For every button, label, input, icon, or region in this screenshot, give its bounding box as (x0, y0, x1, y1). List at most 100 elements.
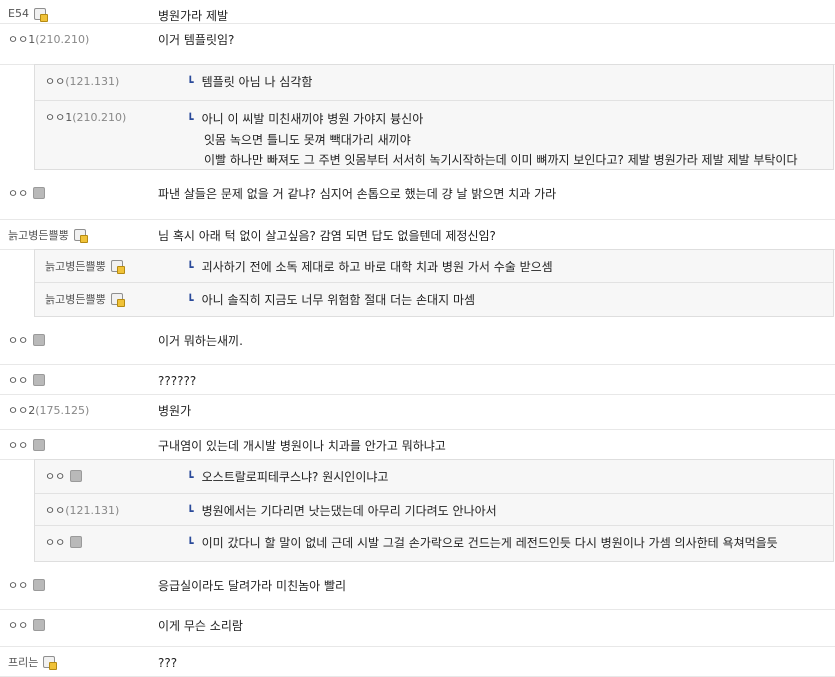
author-name[interactable]: ㅇㅇ (8, 577, 28, 593)
half-fixed-nick-icon (33, 334, 46, 346)
comment-author[interactable]: 늙고병든쁠뿡 (8, 227, 158, 243)
comment-row: ㅇㅇ 이거 뭐하는새끼. (0, 325, 835, 365)
reply-list: ㅇㅇ (121.131) ┗ 템플릿 아님 나 심각함 ㅇㅇ1 (210.210) ┗ 아니 … (34, 64, 834, 170)
comment-text: 파낸 살들은 문제 없을 거 같냐? 심지어 손톱으로 했는데 걍 날 밝으면 … (158, 187, 557, 201)
comment-author[interactable]: ㅇㅇ (121.131) (45, 502, 187, 518)
reply-line-text: 아니 솔직히 지금도 너무 위험함 절대 더는 손대지 마셈 (201, 293, 476, 307)
author-name[interactable]: 프리는 (8, 654, 38, 670)
half-fixed-nick-icon (70, 470, 83, 482)
fixed-nick-icon (43, 656, 58, 670)
reply-arrow-icon: ┗ (187, 505, 194, 518)
reply-line-text: 이미 갔다니 할 말이 없네 근데 시발 그걸 손가락으로 건드는게 레전드인듯… (201, 536, 778, 550)
comment-text: ??? (158, 656, 178, 670)
author-name[interactable]: E54 (8, 7, 29, 20)
half-fixed-nick-icon (33, 439, 46, 451)
comment-list: E54 병원가라 제발 ㅇㅇ1 (210.210) 이거 템플릿임? ㅇㅇ (121.131… (0, 0, 835, 677)
comment-author[interactable]: ㅇㅇ (8, 437, 158, 453)
reply-line-text: 잇몸 녹으면 틀니도 못껴 빽대가리 새끼야 (204, 133, 411, 147)
reply-line: ┗ 아니 이 씨발 미친새끼야 병원 가야지 븅신아 (187, 109, 798, 130)
comment-row: ㅇㅇ 파낸 살들은 문제 없을 거 같냐? 심지어 손톱으로 했는데 걍 날 밝으… (0, 178, 835, 220)
reply-row: 늙고병든쁠뿡 ┗ 괴사하기 전에 소독 제대로 하고 바로 대학 치과 병원 가서 … (35, 250, 833, 283)
author-name[interactable]: ㅇㅇ (45, 468, 65, 484)
author-name[interactable]: ㅇㅇ (8, 437, 28, 453)
author-name[interactable]: ㅇㅇ (45, 534, 65, 550)
reply-arrow-icon: ┗ (187, 471, 194, 484)
reply-line-text: 오스트랄로피테쿠스냐? 원시인이냐고 (201, 470, 389, 484)
fixed-nick-icon (110, 260, 125, 274)
comment-author[interactable]: ㅇㅇ2 (175.125) (8, 402, 158, 418)
comment-row: ㅇㅇ2 (175.125) 병원가 (0, 395, 835, 430)
author-name[interactable]: ㅇㅇ (8, 332, 28, 348)
reply-text: ┗ 오스트랄로피테쿠스냐? 원시인이냐고 (187, 468, 388, 487)
comment-author[interactable]: 프리는 (8, 654, 158, 670)
comment-author[interactable]: ㅇㅇ (8, 617, 158, 633)
author-ip: (121.131) (65, 503, 120, 517)
reply-line: ┗ 템플릿 아님 나 심각함 (187, 73, 312, 92)
author-name[interactable]: 늙고병든쁠뿡 (45, 258, 106, 274)
author-name[interactable]: ㅇㅇ (8, 372, 28, 388)
comment-author[interactable]: ㅇㅇ (121.131) (45, 73, 187, 89)
reply-line-text: 괴사하기 전에 소독 제대로 하고 바로 대학 치과 병원 가서 수술 받으셈 (201, 260, 553, 274)
comment-author[interactable]: ㅇㅇ1 (210.210) (8, 31, 158, 47)
author-name[interactable]: ㅇㅇ (8, 185, 28, 201)
comment-text: 병원가라 제발 (158, 9, 229, 23)
author-name[interactable]: ㅇㅇ1 (45, 109, 72, 125)
reply-row: ㅇㅇ (121.131) ┗ 병원에서는 기다리면 낫는댔는데 아무리 기다려도 안나… (35, 494, 833, 526)
author-name[interactable]: ㅇㅇ2 (8, 402, 35, 418)
comment-author[interactable]: ㅇㅇ (8, 372, 158, 388)
comment-text: 구내염이 있는데 개시발 병원이나 치과를 안가고 뭐하냐고 (158, 439, 446, 453)
comment-row: ㅇㅇ1 (210.210) 이거 템플릿임? (0, 24, 835, 65)
reply-line: ┗ 괴사하기 전에 소독 제대로 하고 바로 대학 치과 병원 가서 수술 받으셈 (187, 258, 553, 277)
comment-row: 늙고병든쁠뿡 님 혹시 아래 턱 없이 살고싶음? 감염 되면 답도 없을텐데 제… (0, 220, 835, 250)
reply-row: ㅇㅇ ┗ 이미 갔다니 할 말이 없네 근데 시발 그걸 손가락으로 건드는게 레전… (35, 526, 833, 561)
fixed-nick-icon (33, 7, 48, 22)
comment-author[interactable]: ㅇㅇ (8, 332, 158, 348)
fixed-nick-icon (73, 229, 88, 243)
fixed-nick-icon (110, 293, 125, 307)
comment-author[interactable]: 늙고병든쁠뿡 (45, 291, 187, 307)
comment-author[interactable]: 늙고병든쁠뿡 (45, 258, 187, 274)
author-ip: (175.125) (35, 403, 90, 417)
reply-line-text: 템플릿 아님 나 심각함 (201, 75, 313, 89)
author-ip: (210.210) (35, 32, 90, 46)
comment-row: ㅇㅇ 응급실이라도 달려가라 미친놈아 빨리 (0, 570, 835, 610)
comment-author[interactable]: ㅇㅇ (8, 185, 158, 201)
author-name[interactable]: ㅇㅇ (45, 502, 65, 518)
comment-text: 이게 무슨 소리람 (158, 619, 243, 633)
author-ip: (121.131) (65, 74, 120, 88)
reply-text: ┗ 아니 이 씨발 미친새끼야 병원 가야지 븅신아잇몸 녹으면 틀니도 못껴 빽… (187, 109, 798, 170)
half-fixed-nick-icon (33, 374, 46, 386)
author-name[interactable]: ㅇㅇ (8, 617, 28, 633)
half-fixed-nick-icon (70, 536, 83, 548)
reply-row: ㅇㅇ1 (210.210) ┗ 아니 이 씨발 미친새끼야 병원 가야지 븅신아 잇몸 … (35, 101, 833, 169)
reply-line: ┗ 아니 솔직히 지금도 너무 위험함 절대 더는 손대지 마셈 (187, 291, 475, 310)
comment-row: ㅇㅇ 구내염이 있는데 개시발 병원이나 치과를 안가고 뭐하냐고 (0, 430, 835, 460)
author-name[interactable]: 늙고병든쁠뿡 (8, 227, 69, 243)
reply-list: 늙고병든쁠뿡 ┗ 괴사하기 전에 소독 제대로 하고 바로 대학 치과 병원 가서 … (34, 249, 834, 317)
author-name[interactable]: 늙고병든쁠뿡 (45, 291, 106, 307)
comment-author[interactable]: E54 (8, 7, 158, 22)
reply-line: ┗ 병원에서는 기다리면 낫는댔는데 아무리 기다려도 안나아서 (187, 502, 497, 521)
reply-row: ㅇㅇ (121.131) ┗ 템플릿 아님 나 심각함 (35, 65, 833, 101)
comment-author[interactable]: ㅇㅇ (45, 534, 187, 550)
comment-text: 이거 템플릿임? (158, 33, 235, 47)
reply-text: ┗ 이미 갔다니 할 말이 없네 근데 시발 그걸 손가락으로 건드는게 레전드인… (187, 534, 778, 553)
reply-line-text: 이빨 하나만 빠져도 그 주변 잇몸부터 서서히 녹기시작하는데 이미 뼈까지 … (204, 153, 798, 167)
comment-author[interactable]: ㅇㅇ1 (210.210) (45, 109, 187, 125)
comment-text: 님 혹시 아래 턱 없이 살고싶음? 감염 되면 답도 없을텐데 제정신임? (158, 229, 496, 243)
reply-line: 잇몸 녹으면 틀니도 못껴 빽대가리 새끼야 (187, 130, 798, 150)
author-ip: (210.210) (72, 110, 127, 124)
reply-arrow-icon: ┗ (187, 261, 194, 274)
comment-text: 응급실이라도 달려가라 미친놈아 빨리 (158, 579, 347, 593)
comment-text: 이거 뭐하는새끼. (158, 334, 243, 348)
comment-author[interactable]: ㅇㅇ (45, 468, 187, 484)
author-name[interactable]: ㅇㅇ1 (8, 31, 35, 47)
half-fixed-nick-icon (33, 579, 46, 591)
author-name[interactable]: ㅇㅇ (45, 73, 65, 89)
comment-author[interactable]: ㅇㅇ (8, 577, 158, 593)
reply-line-text: 병원에서는 기다리면 낫는댔는데 아무리 기다려도 안나아서 (201, 504, 497, 518)
comment-row: 프리는??? (0, 647, 835, 677)
reply-arrow-icon: ┗ (187, 76, 194, 89)
half-fixed-nick-icon (33, 187, 46, 199)
reply-text: ┗ 아니 솔직히 지금도 너무 위험함 절대 더는 손대지 마셈 (187, 291, 475, 310)
